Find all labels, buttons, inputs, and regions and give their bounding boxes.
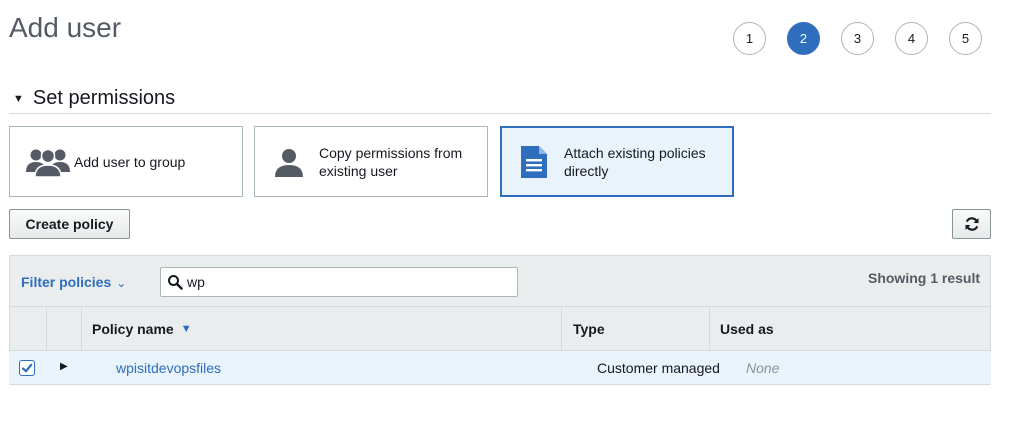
column-header-type[interactable]: Type [562,307,710,350]
page-title: Add user [9,12,122,43]
option-copy-permissions[interactable]: Copy permissions from existing user [254,126,488,197]
expand-column-header [47,307,82,350]
result-count: Showing 1 result [867,270,980,286]
section-title: Set permissions [32,87,176,109]
option-label-line1: Copy permissions from [319,144,463,161]
column-header-policy-name[interactable]: Policy name ▼ [82,307,562,350]
expand-row-icon[interactable]: ▶ [60,361,68,372]
refresh-button[interactable] [952,209,991,239]
search-icon [161,274,183,290]
search-input[interactable] [187,274,487,290]
caret-down-icon: ▼ [13,93,24,105]
option-label-line2: existing user [319,162,398,179]
step-5[interactable]: 5 [949,22,982,55]
option-attach-existing-policies[interactable]: Attach existing policies directly [500,126,734,197]
column-header-used-as[interactable]: Used as [710,307,991,350]
filter-policies-dropdown[interactable]: Filter policies ⌄ [21,274,126,290]
policy-name-link[interactable]: wpisitdevopsfiles [116,360,221,376]
document-icon [519,144,549,180]
step-4[interactable]: 4 [895,22,928,55]
option-label-line2: directly [564,162,609,179]
add-user-page: Add user 1 2 3 4 5 ▼ Set permissions Add… [0,0,1024,428]
option-add-user-to-group[interactable]: Add user to group [9,126,243,197]
select-column-header [10,307,47,350]
checkmark-icon [21,362,33,374]
set-permissions-header[interactable]: ▼ Set permissions [9,86,991,114]
row-checkbox[interactable] [19,360,35,376]
filter-bar: Filter policies ⌄ Showing 1 result [9,255,991,307]
refresh-icon [964,216,980,232]
user-icon [273,146,305,178]
step-2-current[interactable]: 2 [787,22,820,55]
table-row[interactable]: ▶ wpisitdevopsfiles Customer managed Non… [9,351,991,385]
option-label: Add user to group [74,153,186,170]
policy-type: Customer managed [597,360,720,376]
table-header: Policy name ▼ Type Used as [9,307,991,351]
step-1[interactable]: 1 [733,22,766,55]
users-group-icon [24,146,72,178]
column-label: Policy name [92,320,174,337]
sort-desc-icon: ▼ [180,322,192,335]
option-label-line1: Attach existing policies [564,144,706,161]
step-indicator: 1 2 3 4 5 [733,22,982,55]
chevron-down-icon: ⌄ [116,276,127,290]
search-box[interactable] [160,267,518,297]
filter-label: Filter policies [21,274,112,290]
step-3[interactable]: 3 [841,22,874,55]
policy-used-as: None [746,360,780,376]
create-policy-button[interactable]: Create policy [9,209,130,239]
